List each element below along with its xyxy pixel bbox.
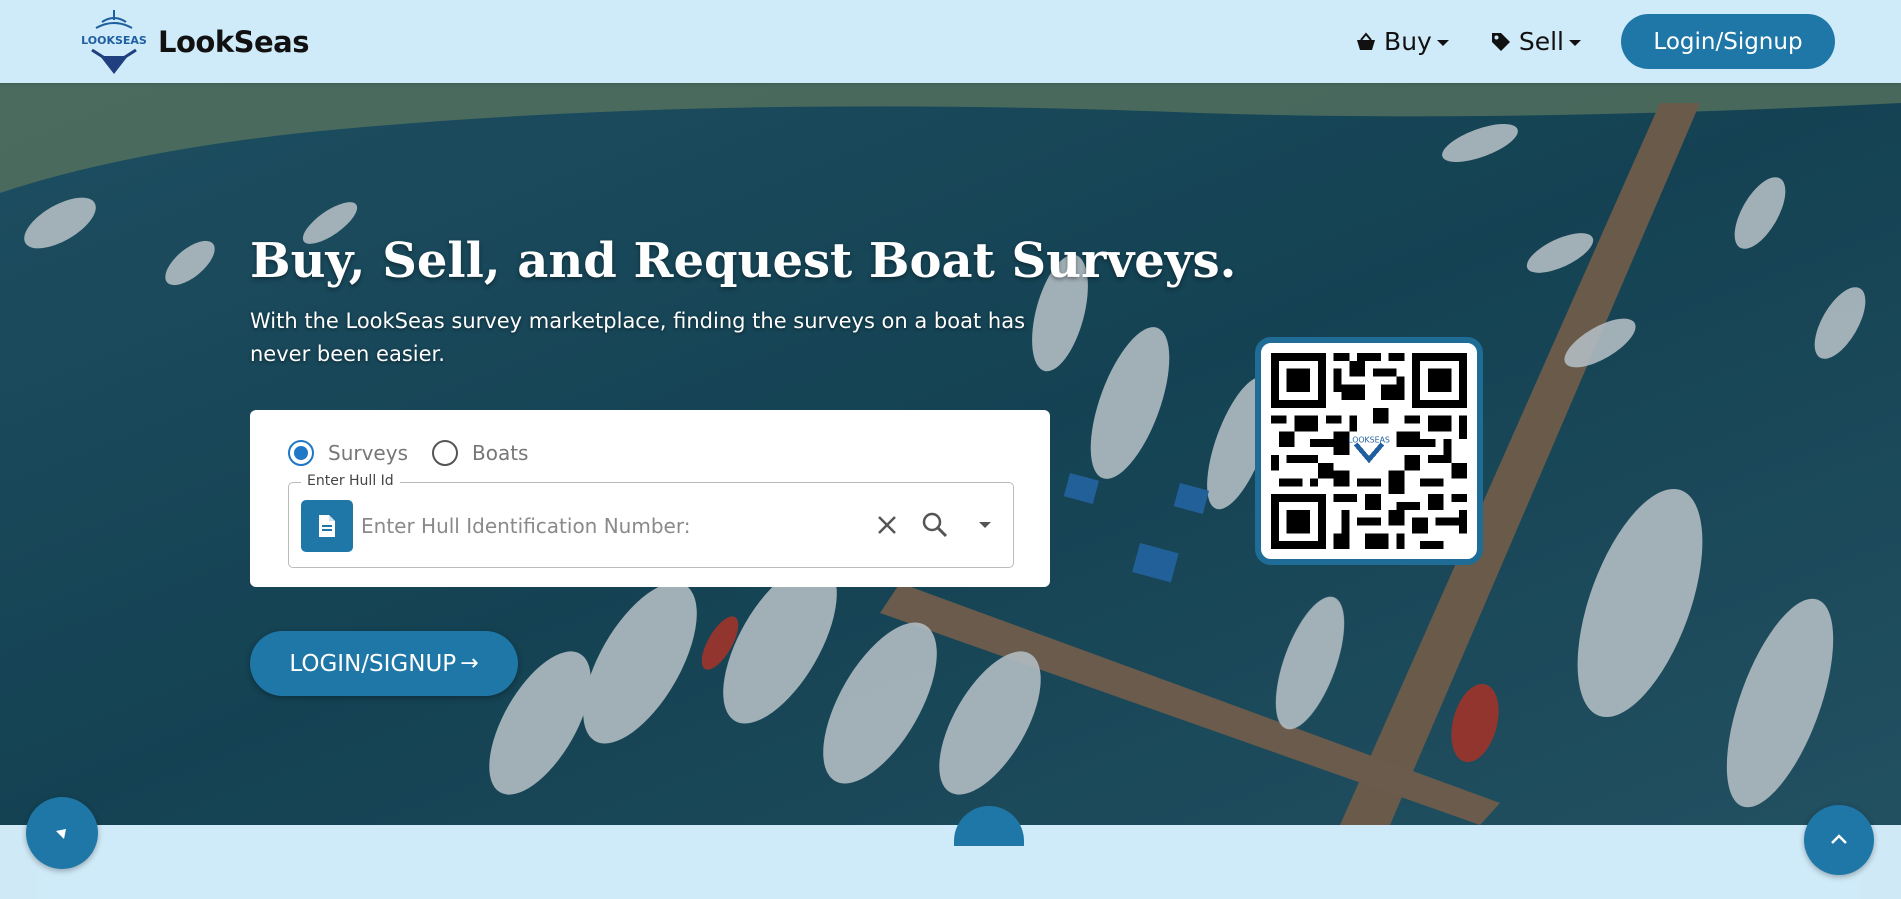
buy-label: Buy	[1384, 27, 1432, 56]
arrow-right-icon: →	[460, 651, 479, 676]
document-button[interactable]	[301, 500, 353, 552]
scroll-to-top-button[interactable]	[1804, 805, 1874, 875]
chat-widget-button[interactable]	[26, 797, 98, 869]
hero-subtitle: With the LookSeas survey marketplace, fi…	[250, 309, 1026, 366]
brand[interactable]: LOOKSEAS LookSeas	[74, 8, 310, 76]
nav-menu: Buy Sell Login/Signup	[1354, 14, 1835, 69]
qr-code-image: LOOKSEAS	[1271, 353, 1467, 549]
hero-title: Buy, Sell, and Request Boat Surveys.	[250, 233, 1237, 289]
hero-login-signup-button[interactable]: LOGIN/SIGNUP →	[250, 631, 518, 696]
login-signup-button[interactable]: Login/Signup	[1621, 14, 1835, 69]
hull-id-input[interactable]	[361, 503, 861, 549]
search-card: Surveys Boats Enter Hull Id	[250, 410, 1050, 587]
radio-surveys[interactable]	[288, 440, 314, 466]
chat-icon	[56, 829, 66, 839]
sell-menu[interactable]: Sell	[1489, 27, 1581, 56]
hero-section: Buy, Sell, and Request Boat Surveys. Wit…	[0, 83, 1901, 825]
search-icon[interactable]	[919, 509, 951, 541]
radio-surveys-label[interactable]: Surveys	[328, 441, 408, 465]
hero-login-label: LOGIN/SIGNUP	[289, 650, 457, 677]
document-icon	[319, 515, 335, 537]
lookseas-logo: LOOKSEAS	[81, 10, 147, 74]
clear-icon[interactable]	[871, 509, 903, 541]
brand-name: LookSeas	[158, 25, 310, 59]
hull-id-field: Enter Hull Id	[288, 473, 1014, 568]
search-type-radio-group: Surveys Boats	[288, 440, 552, 466]
top-navbar: LOOKSEAS LookSeas Buy Sell Login/Signup	[0, 0, 1901, 83]
hull-id-legend: Enter Hull Id	[301, 473, 400, 489]
chevron-down-icon	[1569, 40, 1581, 46]
radio-boats[interactable]	[432, 440, 458, 466]
basket-icon	[1357, 31, 1376, 50]
svg-text:LOOKSEAS: LOOKSEAS	[81, 34, 147, 47]
content-panel	[38, 825, 1862, 899]
tag-icon	[1491, 32, 1510, 51]
chevron-down-icon	[1436, 40, 1449, 46]
chevron-up-icon	[1831, 834, 1847, 844]
qr-center-logo-text: LOOKSEAS	[1348, 435, 1390, 444]
buy-menu[interactable]: Buy	[1354, 27, 1449, 56]
dropdown-arrow-icon[interactable]	[969, 509, 1001, 541]
radio-boats-label[interactable]: Boats	[472, 441, 528, 465]
sell-label: Sell	[1518, 27, 1564, 56]
qr-code[interactable]: LOOKSEAS	[1255, 337, 1483, 565]
